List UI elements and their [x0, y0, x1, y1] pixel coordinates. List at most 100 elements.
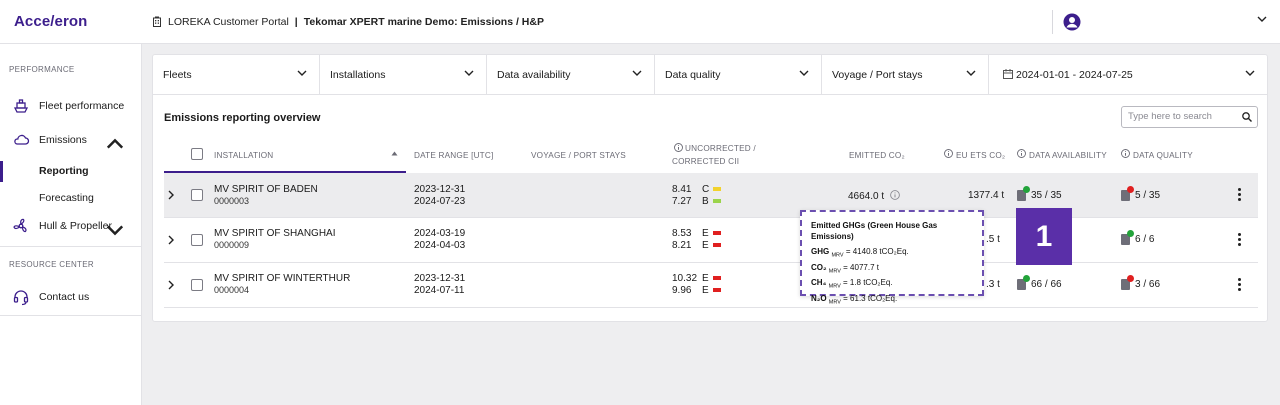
cii-uncorrected: 8.41 C [672, 184, 732, 195]
sidebar-item-hull-propeller[interactable]: Hull & Propeller [0, 212, 141, 240]
col-data-availability[interactable]: DATA AVAILABILITY [1029, 151, 1107, 160]
col-date-range[interactable]: DATE RANGE [UTC] [414, 151, 493, 160]
info-icon[interactable] [1121, 149, 1130, 158]
col-data-quality[interactable]: DATA QUALITY [1133, 151, 1193, 160]
sidebar-item-reporting[interactable]: Reporting [0, 158, 141, 185]
filter-fleets[interactable]: Fleets [153, 55, 320, 95]
tooltip-value: = 4077.7 t [843, 262, 879, 272]
tooltip-value: = 4140.8 tCO₂Eq. [845, 247, 909, 256]
info-icon[interactable] [674, 143, 683, 152]
row-checkbox[interactable] [191, 189, 203, 201]
date-from: 2024-03-19 [414, 228, 466, 239]
ship-icon [13, 99, 29, 113]
cloud-icon [14, 134, 30, 145]
filter-data-availability[interactable]: Data availability [487, 55, 655, 95]
user-avatar-icon[interactable] [1063, 13, 1081, 31]
expand-chevron-icon[interactable] [168, 280, 174, 290]
expand-chevron-icon[interactable] [168, 190, 174, 200]
data-quality[interactable]: 3 / 66 [1121, 275, 1161, 291]
date-from: 2023-12-31 [414, 184, 466, 195]
expand-chevron-icon[interactable] [168, 235, 174, 245]
chevron-down-icon [464, 70, 474, 76]
table-row[interactable]: MV SPIRIT OF SHANGHAI 0000009 2024-03-19… [164, 218, 1258, 263]
eu-ets-co2: 1377.4 t [968, 190, 1005, 201]
filter-date-range[interactable]: 2024-01-01 - 2024-07-25 [989, 55, 1267, 95]
sidebar-item-contact-us[interactable]: Contact us [0, 283, 141, 311]
table-row[interactable]: MV SPIRIT OF WINTERTHUR 0000004 2023-12-… [164, 263, 1258, 308]
chevron-up-icon[interactable] [106, 135, 124, 153]
availability-value: 35 / 35 [1031, 190, 1062, 202]
breadcrumb-portal[interactable]: LOREKA Customer Portal [168, 16, 289, 28]
breadcrumb-separator: | [294, 15, 298, 28]
brand-logo[interactable]: Acce/eron [0, 13, 142, 30]
filter-voyage-port-stays[interactable]: Voyage / Port stays [822, 55, 989, 95]
cii-rating-bar [712, 243, 721, 248]
col-eu-ets-co2[interactable]: EU ETS CO₂ [956, 151, 1005, 160]
tooltip-subscript: MRV [828, 299, 841, 306]
table-row[interactable]: MV SPIRIT OF BADEN 0000003 2023-12-31 20… [164, 173, 1258, 218]
doc-error-icon [1121, 275, 1134, 290]
sidebar-divider [0, 315, 141, 316]
search-icon[interactable] [1242, 112, 1252, 122]
info-icon[interactable] [890, 190, 900, 200]
info-icon[interactable] [1017, 149, 1026, 158]
quality-value: 3 / 66 [1135, 279, 1161, 291]
cii-rating-bar [712, 231, 721, 236]
date-to: 2024-07-11 [414, 285, 465, 296]
search-placeholder: Type here to search [1128, 111, 1212, 122]
installation-name[interactable]: MV SPIRIT OF BADEN [214, 184, 318, 195]
user-menu[interactable] [1052, 10, 1267, 34]
emitted-value: 4664.0 t [848, 191, 885, 202]
filter-label: Fleets [163, 69, 192, 81]
emitted-ghg-tooltip: Emitted GHGs (Green House Gas Emissions)… [800, 210, 984, 305]
sidebar-item-emissions[interactable]: Emissions [0, 126, 141, 154]
availability-value: 66 / 66 [1031, 279, 1062, 291]
eu-ets-co2: .5 t [986, 234, 1000, 245]
filter-data-quality[interactable]: Data quality [655, 55, 822, 95]
info-icon[interactable] [944, 149, 953, 158]
search-input[interactable]: Type here to search [1121, 106, 1258, 128]
sort-up-icon[interactable] [391, 151, 398, 156]
chevron-down-icon [966, 70, 976, 76]
sidebar-item-forecasting[interactable]: Forecasting [0, 185, 141, 212]
cii-uncorrected: 8.53 E [672, 228, 732, 239]
breadcrumb: LOREKA Customer Portal | Tekomar XPERT m… [142, 16, 544, 28]
col-emitted-co2[interactable]: EMITTED CO₂ [849, 151, 905, 160]
breadcrumb-page: Tekomar XPERT marine Demo: Emissions / H… [303, 15, 544, 28]
annotation-badge: 1 [1016, 208, 1072, 265]
installation-name[interactable]: MV SPIRIT OF SHANGHAI [214, 228, 336, 239]
row-menu-icon[interactable] [1238, 278, 1242, 293]
row-menu-icon[interactable] [1238, 188, 1242, 203]
col-cii[interactable]: UNCORRECTED / [685, 144, 756, 153]
col-cii-corrected[interactable]: CORRECTED CII [672, 157, 739, 166]
data-quality[interactable]: 6 / 6 [1121, 230, 1155, 246]
chevron-down-icon[interactable] [106, 221, 124, 239]
chevron-down-icon[interactable] [1257, 16, 1267, 22]
row-checkbox[interactable] [191, 279, 203, 291]
cii-grade: E [702, 273, 709, 284]
doc-check-icon [1017, 186, 1030, 201]
filter-installations[interactable]: Installations [320, 55, 487, 95]
cii-corrected: 7.27 B [672, 196, 732, 207]
installation-id: 0000003 [214, 196, 250, 206]
cii-corrected: 8.21 E [672, 240, 732, 251]
quality-value: 6 / 6 [1135, 234, 1155, 246]
data-availability[interactable]: 35 / 35 [1017, 186, 1062, 202]
filter-label: Data quality [665, 69, 721, 81]
doc-error-icon [1121, 186, 1134, 201]
sidebar-section-performance: PERFORMANCE [9, 65, 75, 74]
col-voyage[interactable]: VOYAGE / PORT STAYS [531, 151, 626, 160]
row-menu-icon[interactable] [1238, 233, 1242, 248]
tooltip-ch4-line: CH₄ MRV = 1.8 tCO₂Eq. [811, 277, 973, 293]
cii-corrected: 9.96 E [672, 285, 732, 296]
calendar-icon [1003, 69, 1013, 79]
sidebar-item-fleet-performance[interactable]: Fleet performance [0, 92, 141, 120]
select-all-checkbox[interactable] [191, 148, 203, 160]
eu-ets-co2: .3 t [986, 279, 1000, 290]
data-quality[interactable]: 5 / 35 [1121, 186, 1160, 201]
col-installation[interactable]: INSTALLATION [214, 151, 273, 160]
installation-name[interactable]: MV SPIRIT OF WINTERTHUR [214, 273, 350, 284]
propeller-icon [13, 218, 27, 233]
data-availability[interactable]: 66 / 66 [1017, 275, 1062, 291]
row-checkbox[interactable] [191, 234, 203, 246]
